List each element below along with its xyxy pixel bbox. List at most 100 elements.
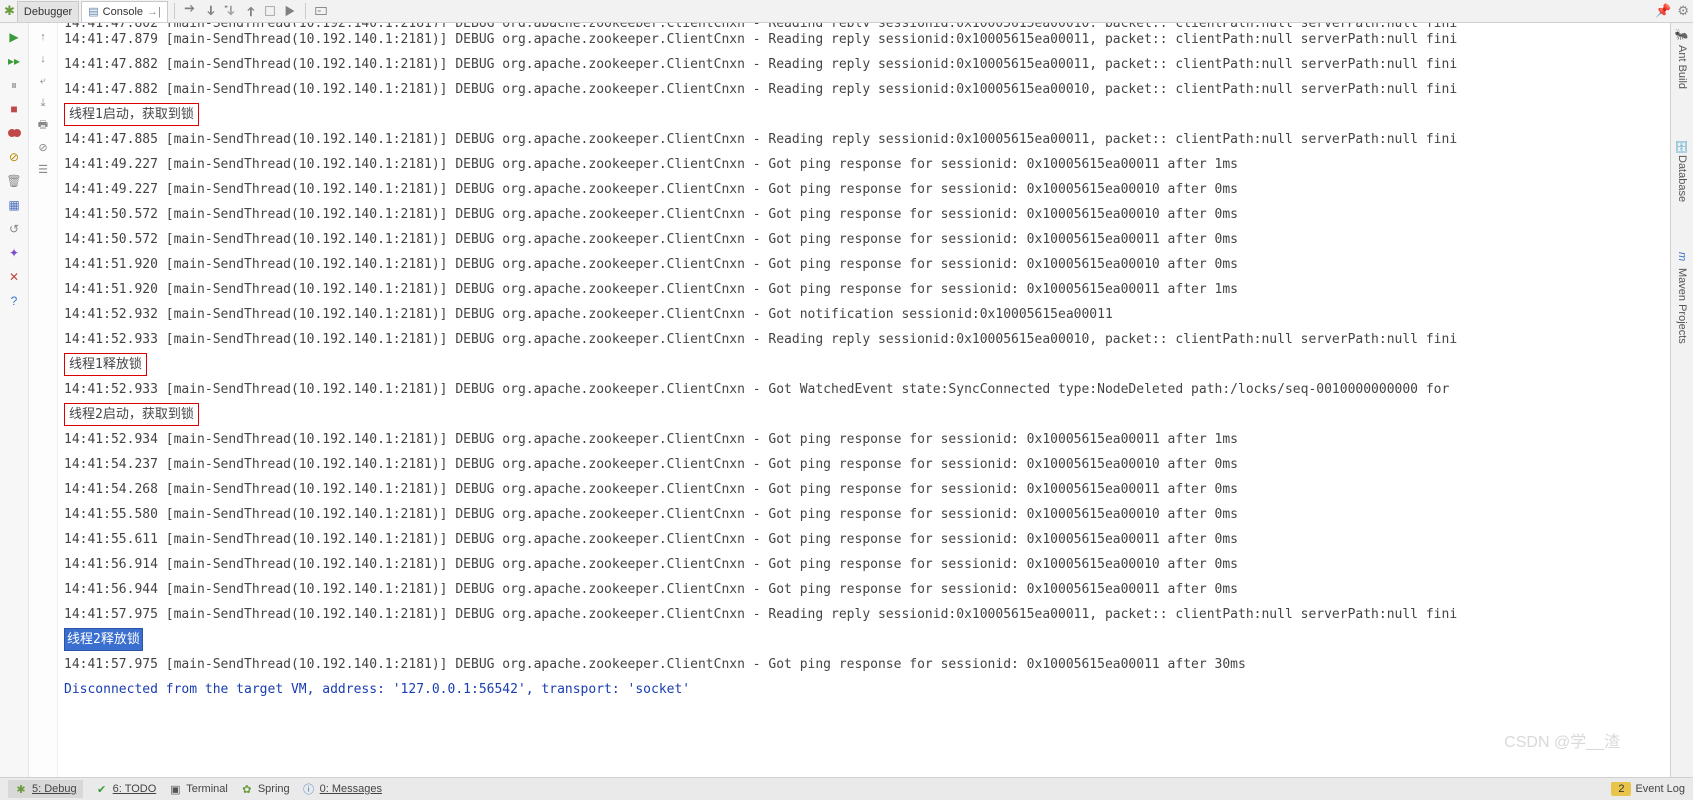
console-output[interactable]: 14:41:47.802 [main-SendThread(10.192.140… [58,23,1670,777]
breakpoints-icon[interactable] [6,125,22,141]
step-out-button[interactable] [241,2,259,20]
console-tabstrip: ✱ Debugger ▤ Console →| = 📌 ⚙ [0,0,1693,23]
pin-vertical-icon[interactable]: ✦ [6,245,22,261]
maven-icon: m [1676,252,1688,264]
log-line: 14:41:57.975 [main-SendThread(10.192.140… [64,602,1664,627]
sidebar-maven-label: Maven Projects [1676,268,1688,344]
console-gutter: ↑ ↓ ⤶ ⤓ 🖶 ⊘ ☰ [29,23,58,777]
database-icon: 🗄 [1676,139,1688,151]
sidebar-ant-label: Ant Build [1676,45,1688,89]
log-line: 14:41:47.885 [main-SendThread(10.192.140… [64,127,1664,152]
trash-icon[interactable]: 🗑 [6,173,22,189]
scroll-down-icon[interactable]: ↓ [35,51,51,67]
clear-all-icon[interactable]: ⊘ [35,139,51,155]
log-line: 14:41:47.879 [main-SendThread(10.192.140… [64,27,1664,52]
bottom-toolbar: ✱ 5: Debug ✔ 6: TODO ▣ Terminal ✿ Spring… [0,777,1693,800]
help-icon[interactable]: ? [6,293,22,309]
bottom-event-log[interactable]: 2 Event Log [1611,782,1685,796]
log-line: 14:41:49.227 [main-SendThread(10.192.140… [64,177,1664,202]
log-line: Disconnected from the target VM, address… [64,677,1664,702]
selected-log-text[interactable]: 线程2释放锁 [64,628,143,651]
log-line: 14:41:51.920 [main-SendThread(10.192.140… [64,277,1664,302]
bottom-tab-spring-label: Spring [258,783,290,795]
sidebar-maven[interactable]: m Maven Projects [1676,252,1688,344]
log-line: 线程1释放锁 [64,352,1664,377]
tab-console[interactable]: ▤ Console →| [81,1,168,22]
bug-icon: ✱ [14,782,28,796]
spring-icon: ✿ [240,782,254,796]
resume-icon[interactable]: ▸▸ [6,53,22,69]
log-line: 14:41:49.227 [main-SendThread(10.192.140… [64,152,1664,177]
step-over-button[interactable] [181,2,199,20]
messages-icon: ⓘ [302,782,316,796]
tab-console-label: Console [103,6,143,18]
force-step-into-button[interactable] [221,2,239,20]
log-line: 14:41:52.933 [main-SendThread(10.192.140… [64,327,1664,352]
mute-breakpoints-icon[interactable]: ⊘ [6,149,22,165]
bottom-tab-todo[interactable]: ✔ 6: TODO [95,782,157,796]
highlighted-log-text: 线程2启动，获取到锁 [64,403,199,426]
separator [305,3,306,19]
sidebar-ant-build[interactable]: 🐜 Ant Build [1676,29,1688,89]
bottom-tab-terminal-label: Terminal [186,783,228,795]
log-line: 14:41:57.975 [main-SendThread(10.192.140… [64,652,1664,677]
bug-icon: ✱ [4,3,15,19]
evaluate-expression-button[interactable]: = [312,2,330,20]
restore-layout-icon[interactable]: ↺ [6,221,22,237]
log-line: 14:41:50.572 [main-SendThread(10.192.140… [64,227,1664,252]
bottom-event-log-label: Event Log [1635,783,1685,795]
log-line: 14:41:51.920 [main-SendThread(10.192.140… [64,252,1664,277]
filter-icon[interactable]: ☰ [35,161,51,177]
log-line: 线程1启动，获取到锁 [64,102,1664,127]
run-gutter: ▶ ▸▸ ⏸ ■ ⊘ 🗑 ▦ ↺ ✦ ✕ ? [0,23,29,777]
print-icon[interactable]: 🖶 [35,117,51,133]
log-line: 14:41:47.882 [main-SendThread(10.192.140… [64,77,1664,102]
log-line: 14:41:55.580 [main-SendThread(10.192.140… [64,502,1664,527]
stop-icon[interactable]: ■ [6,101,22,117]
bottom-tab-spring[interactable]: ✿ Spring [240,782,290,796]
log-line: 14:41:52.933 [main-SendThread(10.192.140… [64,377,1664,402]
bottom-tab-messages-label: 0: Messages [320,783,382,795]
todo-icon: ✔ [95,782,109,796]
tab-debugger[interactable]: Debugger [17,1,79,22]
scroll-up-icon[interactable]: ↑ [35,29,51,45]
log-line: 14:41:54.268 [main-SendThread(10.192.140… [64,477,1664,502]
bottom-tab-messages[interactable]: ⓘ 0: Messages [302,782,382,796]
ant-icon: 🐜 [1676,29,1688,41]
scroll-to-end-icon[interactable]: ⤓ [35,95,51,111]
highlighted-log-text: 线程1启动，获取到锁 [64,103,199,126]
bottom-tab-todo-label: 6: TODO [113,783,157,795]
log-line: 线程2启动，获取到锁 [64,402,1664,427]
tab-debugger-label: Debugger [24,6,72,18]
log-line: 14:41:56.914 [main-SendThread(10.192.140… [64,552,1664,577]
bottom-tab-debug[interactable]: ✱ 5: Debug [8,780,83,798]
log-line: 14:41:55.611 [main-SendThread(10.192.140… [64,527,1664,552]
right-sidebar: 🐜 Ant Build 🗄 Database m Maven Projects [1670,23,1693,777]
svg-text:=: = [317,8,321,15]
tab-arrow-icon: →| [147,6,161,18]
log-line: 14:41:52.932 [main-SendThread(10.192.140… [64,302,1664,327]
rerun-icon[interactable]: ▶ [6,29,22,45]
console-icon: ▤ [88,5,98,18]
pin-icon[interactable]: 📌 [1655,3,1671,19]
run-to-cursor-button[interactable] [281,2,299,20]
bottom-tab-debug-label: 5: Debug [32,783,77,795]
log-line: 线程2释放锁 [64,627,1664,652]
pause-icon[interactable]: ⏸ [6,77,22,93]
log-line: 14:41:52.934 [main-SendThread(10.192.140… [64,427,1664,452]
separator [174,3,175,19]
drop-frame-button[interactable] [261,2,279,20]
step-into-button[interactable] [201,2,219,20]
log-line: 14:41:54.237 [main-SendThread(10.192.140… [64,452,1664,477]
gear-icon[interactable]: ⚙ [1677,3,1689,19]
sidebar-database-label: Database [1676,155,1688,202]
log-line: 14:41:50.572 [main-SendThread(10.192.140… [64,202,1664,227]
layout-icon[interactable]: ▦ [6,197,22,213]
soft-wrap-icon[interactable]: ⤶ [35,73,51,89]
event-count-badge: 2 [1611,782,1631,796]
terminal-icon: ▣ [168,782,182,796]
bottom-tab-terminal[interactable]: ▣ Terminal [168,782,228,796]
log-line: 14:41:47.882 [main-SendThread(10.192.140… [64,52,1664,77]
close-icon[interactable]: ✕ [6,269,22,285]
sidebar-database[interactable]: 🗄 Database [1676,139,1688,202]
